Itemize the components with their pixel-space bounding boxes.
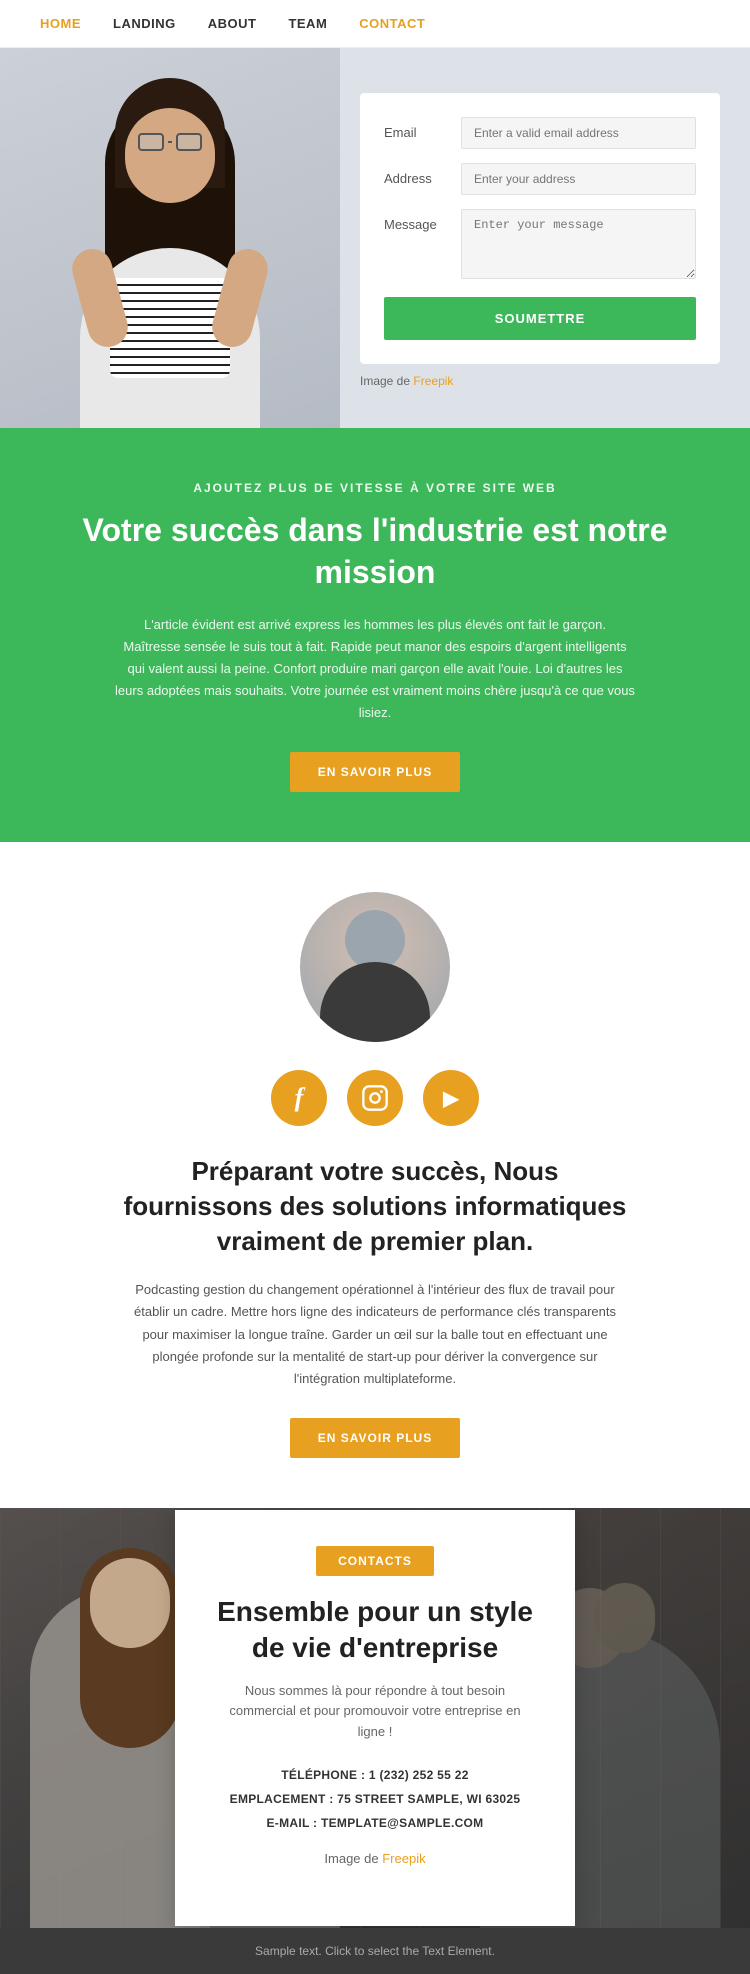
green-body: L'article évident est arrivé express les… <box>115 614 635 724</box>
location-info: EMPLACEMENT : 75 STREET SAMPLE, WI 63025 <box>215 1787 535 1811</box>
address-label: Address <box>384 163 449 186</box>
team-freepik-link[interactable]: Freepik <box>382 1851 425 1866</box>
email-label: Email <box>384 117 449 140</box>
message-textarea[interactable] <box>461 209 696 279</box>
team-body: Nous sommes là pour répondre à tout beso… <box>215 1681 535 1743</box>
green-heading: Votre succès dans l'industrie est notre … <box>80 510 670 593</box>
phone-info: TÉLÉPHONE : 1 (232) 252 55 22 <box>215 1763 535 1787</box>
contacts-badge[interactable]: CONTACTS <box>316 1546 434 1576</box>
message-label: Message <box>384 209 449 232</box>
image-credit: Image de Freepik <box>360 374 720 388</box>
submit-button[interactable]: SOUMETTRE <box>384 297 696 340</box>
team-contacts-section: CONTACTS Ensemble pour un style de vie d… <box>0 1508 750 1928</box>
nav-contact[interactable]: CONTACT <box>359 16 425 31</box>
address-input[interactable] <box>461 163 696 195</box>
instagram-icon[interactable] <box>347 1070 403 1126</box>
contact-form-container: Email Address Message SOUMETTRE Image de… <box>340 48 750 428</box>
green-cta-button[interactable]: EN SAVOIR PLUS <box>290 752 460 792</box>
nav-team[interactable]: TEAM <box>288 16 327 31</box>
message-row: Message <box>384 209 696 279</box>
green-cta-section: AJOUTEZ PLUS DE VITESSE À VOTRE SITE WEB… <box>0 428 750 842</box>
nav-home[interactable]: HOME <box>40 16 81 31</box>
footer-text: Sample text. Click to select the Text El… <box>40 1944 710 1958</box>
youtube-icon[interactable]: ▶ <box>423 1070 479 1126</box>
hero-contact-section: Email Address Message SOUMETTRE Image de… <box>0 48 750 428</box>
profile-cta-button[interactable]: EN SAVOIR PLUS <box>290 1418 460 1458</box>
contacts-card: CONTACTS Ensemble pour un style de vie d… <box>175 1510 575 1926</box>
form-card: Email Address Message SOUMETTRE <box>360 93 720 364</box>
nav-landing[interactable]: LANDING <box>113 16 176 31</box>
profile-body: Podcasting gestion du changement opérati… <box>125 1279 625 1389</box>
nav-about[interactable]: ABOUT <box>208 16 257 31</box>
hero-image <box>0 48 340 428</box>
email-row: Email <box>384 117 696 149</box>
green-subtitle: AJOUTEZ PLUS DE VITESSE À VOTRE SITE WEB <box>115 478 635 498</box>
profile-section: f ▶ Préparant votre succès, Nous fournis… <box>0 842 750 1508</box>
freepik-link[interactable]: Freepik <box>413 374 453 388</box>
social-icons-container: f ▶ <box>40 1070 710 1126</box>
footer: Sample text. Click to select the Text El… <box>0 1928 750 1974</box>
contact-info: TÉLÉPHONE : 1 (232) 252 55 22 EMPLACEMEN… <box>215 1763 535 1835</box>
address-row: Address <box>384 163 696 195</box>
email-info: E-MAIL : TEMPLATE@SAMPLE.COM <box>215 1811 535 1835</box>
avatar <box>300 892 450 1042</box>
email-input[interactable] <box>461 117 696 149</box>
profile-heading: Préparant votre succès, Nous fournissons… <box>115 1154 635 1259</box>
avatar-image <box>300 892 450 1042</box>
navigation: HOME LANDING ABOUT TEAM CONTACT <box>0 0 750 48</box>
team-image-credit: Image de Freepik <box>215 1849 535 1870</box>
facebook-icon[interactable]: f <box>271 1070 327 1126</box>
team-heading: Ensemble pour un style de vie d'entrepri… <box>215 1594 535 1667</box>
